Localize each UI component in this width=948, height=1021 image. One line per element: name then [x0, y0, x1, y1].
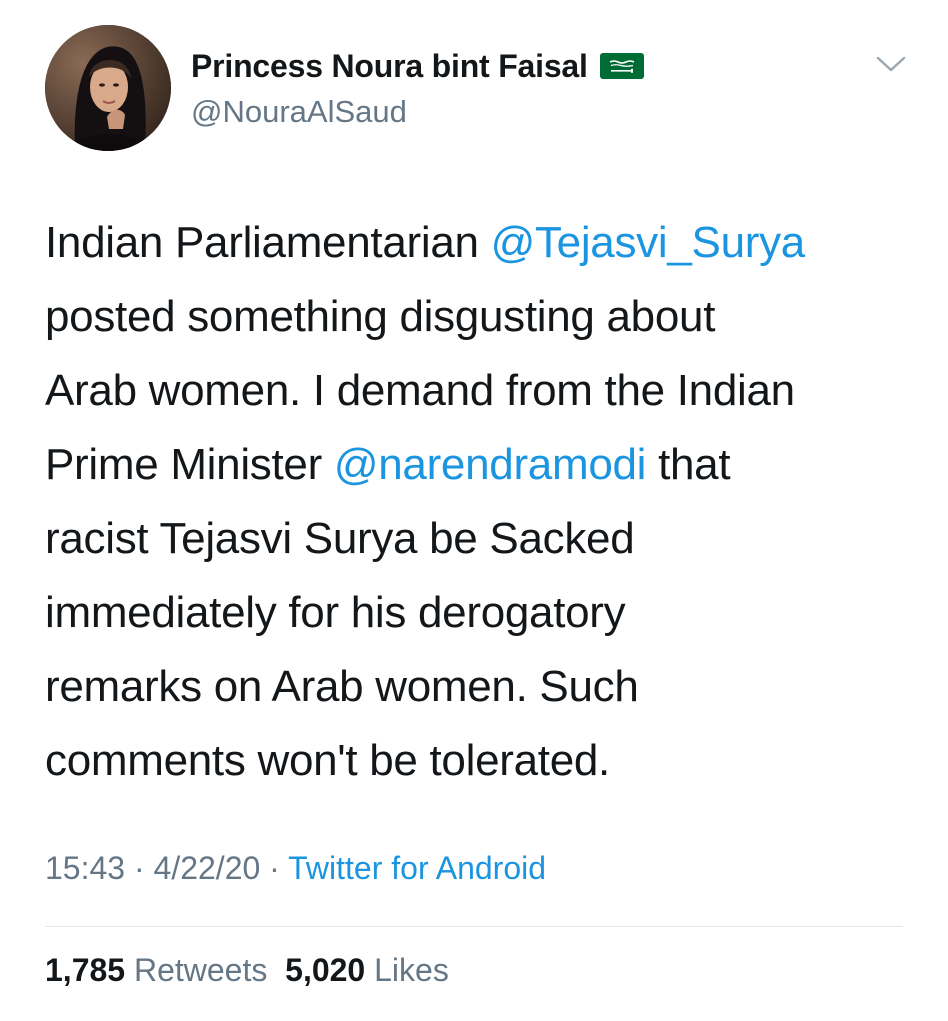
tweet-text-line: racist Tejasvi Surya be Sacked [45, 502, 915, 576]
display-name-row: Princess Noura bint Faisal [191, 44, 644, 88]
tweet-text-segment: that [646, 440, 731, 489]
tweet-date[interactable]: 4/22/20 [154, 850, 261, 886]
author-handle[interactable]: @NouraAlSaud [191, 94, 644, 130]
tweet-text-line: Indian Parliamentarian @Tejasvi_Surya [45, 206, 915, 280]
tweet-time[interactable]: 15:43 [45, 850, 125, 886]
tweet-card: Princess Noura bint Faisal @NouraAlSaud … [0, 0, 948, 1021]
likes-label: Likes [374, 952, 449, 988]
avatar-image [45, 25, 171, 151]
likes-stat[interactable]: 5,020 Likes [285, 952, 449, 988]
saudi-arabia-flag-icon [599, 53, 644, 79]
tweet-text-segment: comments won't be tolerated. [45, 736, 610, 785]
mention-link[interactable]: @narendramodi [334, 440, 647, 489]
tweet-text-line: remarks on Arab women. Such [45, 650, 915, 724]
tweet-source-link[interactable]: Twitter for Android [288, 850, 546, 886]
tweet-text-line: Prime Minister @narendramodi that [45, 428, 915, 502]
tweet-text-segment: Arab women. I demand from the Indian [45, 366, 795, 415]
tweet-text: Indian Parliamentarian @Tejasvi_Suryapos… [45, 206, 915, 798]
retweets-count: 1,785 [45, 952, 126, 988]
meta-separator: · [125, 850, 154, 886]
retweets-label: Retweets [133, 952, 268, 988]
avatar[interactable] [45, 25, 171, 151]
tweet-stats: 1,785 Retweets 5,020 Likes [45, 952, 449, 989]
retweets-stat[interactable]: 1,785 Retweets [45, 952, 267, 988]
tweet-text-segment: posted something disgusting about [45, 292, 716, 341]
author-info[interactable]: Princess Noura bint Faisal @NouraAlSaud [191, 44, 644, 130]
tweet-text-line: immediately for his derogatory [45, 576, 915, 650]
author-display-name[interactable]: Princess Noura bint Faisal [191, 48, 588, 85]
tweet-text-line: posted something disgusting about [45, 280, 915, 354]
tweet-text-segment: remarks on Arab women. Such [45, 662, 639, 711]
likes-count: 5,020 [285, 952, 366, 988]
tweet-text-segment: Indian Parliamentarian [45, 218, 491, 267]
mention-link[interactable]: @Tejasvi_Surya [491, 218, 806, 267]
meta-separator: · [260, 850, 289, 886]
chevron-down-icon[interactable] [874, 52, 908, 76]
tweet-meta: 15:43 · 4/22/20 · Twitter for Android [45, 850, 546, 887]
tweet-text-line: Arab women. I demand from the Indian [45, 354, 915, 428]
tweet-text-segment: immediately for his derogatory [45, 588, 626, 637]
tweet-text-segment: Prime Minister [45, 440, 334, 489]
tweet-text-segment: racist Tejasvi Surya be Sacked [45, 514, 635, 563]
divider [45, 926, 903, 927]
tweet-text-line: comments won't be tolerated. [45, 724, 915, 798]
